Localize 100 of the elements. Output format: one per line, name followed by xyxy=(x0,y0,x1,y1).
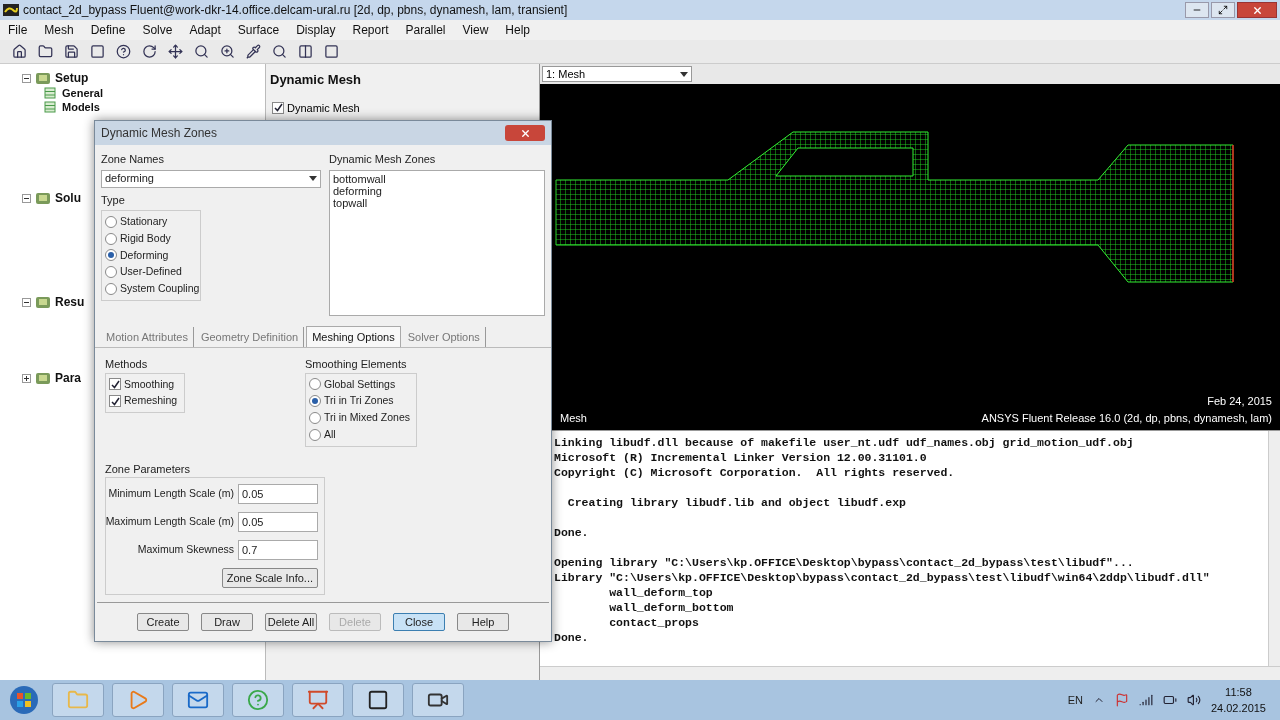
tree-item[interactable]: Para xyxy=(55,369,82,387)
dialog-button[interactable]: Draw xyxy=(201,613,253,631)
frame-button[interactable] xyxy=(322,42,340,61)
list-item[interactable]: topwall xyxy=(333,196,368,209)
pipette-icon xyxy=(245,44,261,59)
save-icon xyxy=(63,44,79,59)
checkbox-label: Remeshing xyxy=(124,393,178,409)
input-field[interactable]: 0.05 xyxy=(238,484,318,504)
home-button[interactable] xyxy=(10,42,28,61)
input-field[interactable]: 0.05 xyxy=(238,512,318,532)
radio-button[interactable] xyxy=(105,249,117,262)
field-label: Maximum Length Scale (m) xyxy=(105,514,234,530)
console-scrollbar[interactable] xyxy=(1268,431,1280,666)
mail-icon xyxy=(187,689,209,711)
window-title: contact_2d_bypass Fluent@work-dkr-14.office.delcam-ural.ru [2d, dp, pbns, dynamesh, lam, transient] xyxy=(23,2,568,19)
radio-label: Rigid Body xyxy=(120,230,171,246)
menu-item[interactable]: Solve xyxy=(142,21,173,39)
tab[interactable]: Geometry Definition xyxy=(195,326,305,347)
close-button[interactable] xyxy=(505,125,545,141)
dialog-button[interactable]: Create xyxy=(137,613,189,631)
search-button[interactable] xyxy=(270,42,288,61)
help-icon xyxy=(115,44,131,59)
move-button[interactable] xyxy=(166,42,184,61)
tree-item[interactable]: Solu xyxy=(55,189,81,207)
window-icon xyxy=(89,44,105,59)
zoom-button[interactable] xyxy=(192,42,210,61)
clock-date: 24.02.2015 xyxy=(1210,701,1266,716)
zone-names-dropdown[interactable]: deforming xyxy=(101,169,321,188)
save-button[interactable] xyxy=(62,42,80,61)
list-item[interactable]: deforming xyxy=(333,184,382,197)
caret-icon xyxy=(680,71,688,77)
help-button[interactable] xyxy=(114,42,132,61)
grid-icon xyxy=(44,87,56,99)
view-dropdown[interactable]: 1: Mesh xyxy=(542,66,692,82)
radio-label: All xyxy=(324,426,336,442)
taskbar-app-button[interactable] xyxy=(352,683,404,717)
panel-title: Dynamic Mesh xyxy=(270,71,363,89)
date-label: Feb 24, 2015 xyxy=(1207,394,1272,409)
dialog-button[interactable]: Help xyxy=(457,613,509,631)
radio-button[interactable] xyxy=(309,378,321,391)
zone-scale-info-button[interactable]: Zone Scale Info... xyxy=(221,568,318,588)
menu-item[interactable]: Define xyxy=(90,21,126,39)
radio-label: Global Settings xyxy=(324,376,396,392)
console-h-scrollbar[interactable] xyxy=(540,666,1280,680)
console-line: Microsoft (R) Incremental Linker Version 12.00.31101.0 xyxy=(554,450,928,465)
field-label: Minimum Length Scale (m) xyxy=(108,486,234,502)
radio-button[interactable] xyxy=(309,395,321,408)
list-label: Dynamic Mesh Zones xyxy=(329,152,437,167)
collapse-icon[interactable] xyxy=(22,297,31,307)
radio-button[interactable] xyxy=(105,266,117,279)
collapse-icon[interactable] xyxy=(22,193,31,203)
tab[interactable]: Meshing Options xyxy=(306,325,401,347)
input-field[interactable]: 0.7 xyxy=(238,540,318,560)
tree-item[interactable]: Resu xyxy=(55,293,85,311)
group-label: Methods xyxy=(105,357,149,372)
radio-button[interactable] xyxy=(309,428,321,441)
radio-button[interactable] xyxy=(105,215,117,228)
radio-label: Deforming xyxy=(120,247,169,263)
rotate-button[interactable] xyxy=(140,42,158,61)
menu-item[interactable]: Adapt xyxy=(189,21,221,39)
group-label: Zone Parameters xyxy=(105,461,191,477)
zoom-in-button[interactable] xyxy=(218,42,236,61)
menu-item[interactable]: Help xyxy=(505,21,531,39)
close-button[interactable] xyxy=(1237,2,1277,18)
columns-button[interactable] xyxy=(296,42,314,61)
tab[interactable]: Motion Attributes xyxy=(101,326,194,347)
grid-icon xyxy=(44,101,56,113)
checkbox[interactable] xyxy=(272,101,284,114)
checkbox[interactable] xyxy=(109,378,121,391)
flag-icon xyxy=(1114,693,1129,707)
menu-item[interactable]: Parallel xyxy=(405,21,446,39)
radio-label: Tri in Tri Zones xyxy=(324,393,394,409)
taskbar-app-button[interactable] xyxy=(412,683,464,717)
menu-item[interactable]: Surface xyxy=(237,21,280,39)
language-indicator[interactable]: EN xyxy=(1067,691,1083,709)
dialog-button[interactable]: Delete All xyxy=(265,613,317,631)
minimize-button[interactable] xyxy=(1185,2,1209,18)
menu-item[interactable]: File xyxy=(8,21,28,39)
dialog-button[interactable]: Close xyxy=(393,613,445,631)
tab[interactable]: Solver Options xyxy=(402,326,486,347)
move-icon xyxy=(167,44,183,59)
menu-item[interactable]: Mesh xyxy=(44,21,74,39)
collapse-icon[interactable] xyxy=(22,73,31,83)
app-icon xyxy=(3,4,19,16)
radio-button[interactable] xyxy=(309,411,321,424)
menu-item[interactable]: Report xyxy=(352,21,389,39)
expand-icon[interactable] xyxy=(22,373,31,383)
radio-button[interactable] xyxy=(105,232,117,245)
radio-button[interactable] xyxy=(105,282,117,295)
caret-icon xyxy=(309,176,317,181)
pipette-button[interactable] xyxy=(244,42,262,61)
tree-item[interactable]: Setup xyxy=(55,69,89,87)
list-item[interactable]: bottomwall xyxy=(333,172,386,185)
checkbox[interactable] xyxy=(109,395,121,408)
console-line: Opening library "C:\Users\kp.OFFICE\Desktop\bypass\contact_2d_bypass\test\libudf"... xyxy=(554,555,1135,570)
menu-item[interactable]: View xyxy=(462,21,489,39)
window-button[interactable] xyxy=(88,42,106,61)
maximize-button[interactable] xyxy=(1211,2,1235,18)
console-line: wall_deform_bottom xyxy=(608,600,735,615)
menu-item[interactable]: Display xyxy=(296,21,336,39)
